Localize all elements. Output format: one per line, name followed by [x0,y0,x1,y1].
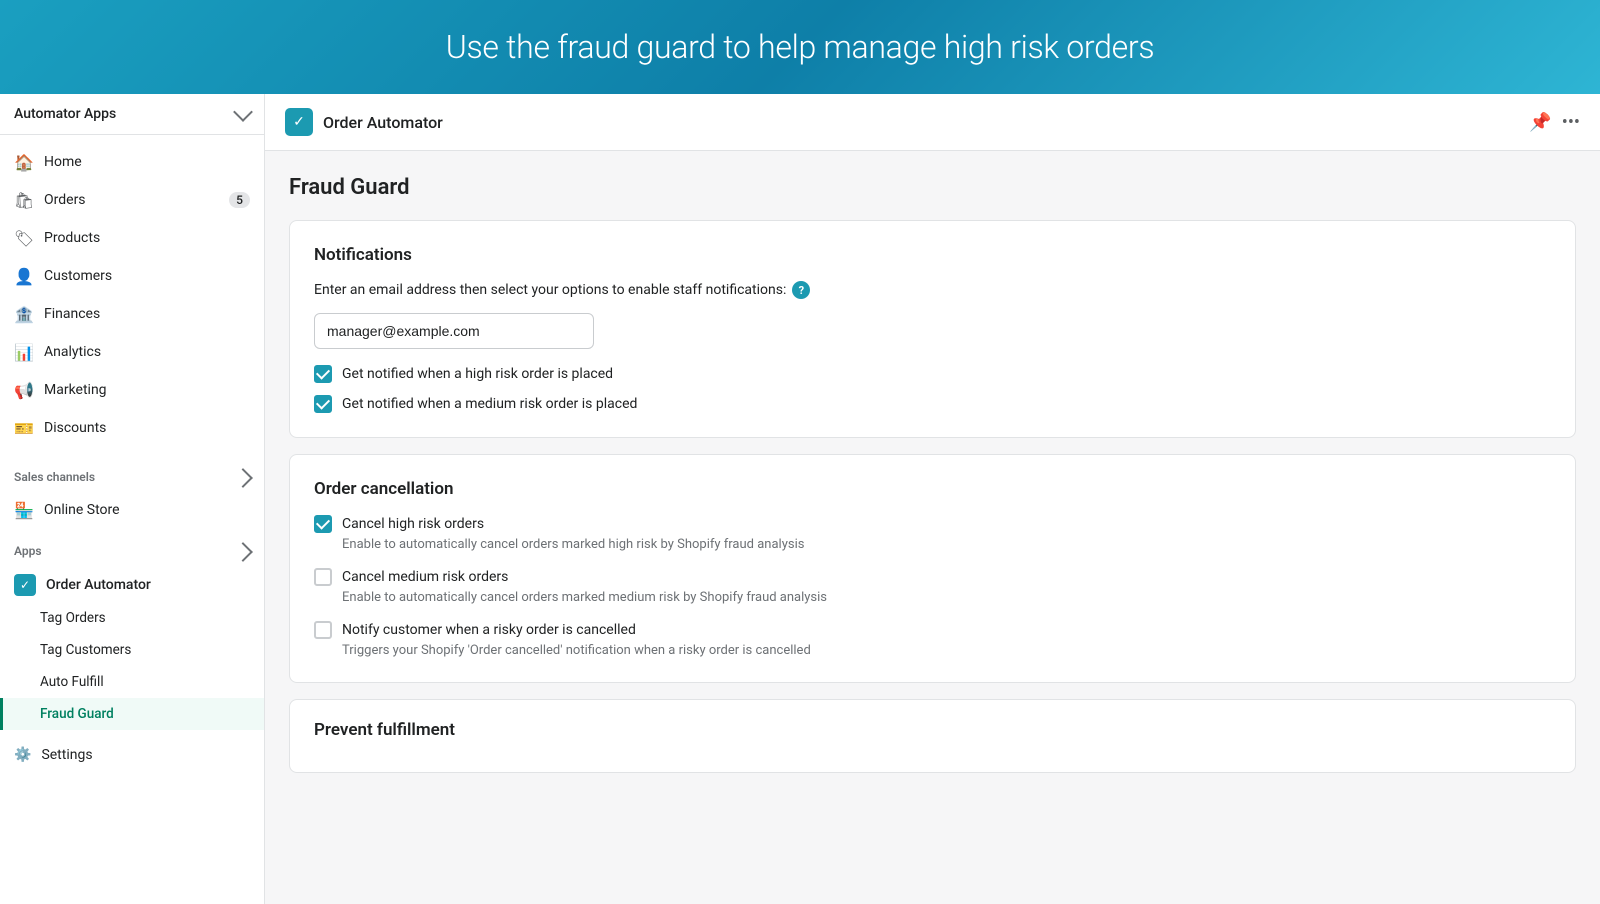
settings-label: Settings [41,747,92,763]
main-content: ✓ Order Automator 📌 ••• Fraud Guard Noti… [265,94,1600,904]
sidebar-item-order-automator[interactable]: ✓ Order Automator [0,565,264,602]
sidebar-item-label: Online Store [44,502,120,518]
app-selector[interactable]: Automator Apps [0,94,264,135]
notify-customer-cancel-group: Notify customer when a risky order is ca… [314,621,1551,658]
cancel-medium-risk-checkbox[interactable] [314,568,332,586]
marketing-icon: 📢 [14,380,34,400]
notify-customer-cancel-row: Notify customer when a risky order is ca… [314,621,1551,639]
cancel-high-risk-checkbox[interactable] [314,515,332,533]
notify-customer-cancel-desc: Triggers your Shopify 'Order cancelled' … [314,643,1551,658]
notify-medium-risk-checkbox[interactable] [314,395,332,413]
cancel-high-risk-desc: Enable to automatically cancel orders ma… [314,537,1551,552]
cancel-medium-risk-label: Cancel medium risk orders [342,569,508,585]
sidebar-item-discounts[interactable]: 🎫 Discounts [0,409,264,447]
sidebar-item-orders[interactable]: 🛍 Orders 5 [0,181,264,219]
sub-nav-label: Fraud Guard [40,706,114,722]
sidebar-item-settings[interactable]: ⚙️ Settings [0,738,264,772]
sidebar-item-auto-fulfill[interactable]: Auto Fulfill [0,666,264,698]
sidebar-item-tag-orders[interactable]: Tag Orders [0,602,264,634]
sidebar-item-products[interactable]: 🏷 Products [0,219,264,257]
cancel-high-risk-label: Cancel high risk orders [342,516,484,532]
more-actions-icon[interactable]: ••• [1562,112,1580,133]
home-icon: 🏠 [14,152,34,172]
sidebar-item-fraud-guard[interactable]: Fraud Guard [0,698,264,730]
sidebar-item-tag-customers[interactable]: Tag Customers [0,634,264,666]
sidebar-item-customers[interactable]: 👤 Customers [0,257,264,295]
banner-text: Use the fraud guard to help manage high … [446,28,1154,66]
page-header-title: Order Automator [323,113,443,132]
page-header-icon: ✓ [285,108,313,136]
cancel-high-risk-group: Cancel high risk orders Enable to automa… [314,515,1551,552]
sidebar-item-label: Analytics [44,344,101,360]
notifications-card: Notifications Enter an email address the… [289,220,1576,438]
order-automator-icon: ✓ [14,574,36,596]
finances-icon: 🏦 [14,304,34,324]
sales-channels-label: Sales channels [14,470,95,484]
sidebar-item-label: Finances [44,306,100,322]
pin-icon[interactable]: 📌 [1529,112,1551,133]
customers-icon: 👤 [14,266,34,286]
sidebar-item-label: Customers [44,268,112,284]
notifications-description: Enter an email address then select your … [314,281,1551,299]
sidebar-item-label: Home [44,154,82,170]
page-header-left: ✓ Order Automator [285,108,443,136]
cancel-high-risk-row: Cancel high risk orders [314,515,1551,533]
apps-section[interactable]: Apps [0,529,264,565]
notify-medium-risk-row: Get notified when a medium risk order is… [314,395,1551,413]
order-automator-label: Order Automator [46,577,151,593]
notify-high-risk-row: Get notified when a high risk order is p… [314,365,1551,383]
sidebar-item-label: Products [44,230,100,246]
products-icon: 🏷 [14,228,34,248]
app-selector-label: Automator Apps [14,106,116,122]
notify-customer-cancel-label: Notify customer when a risky order is ca… [342,622,636,638]
orders-badge: 5 [229,192,250,208]
sub-nav-label: Auto Fulfill [40,674,104,690]
cancel-medium-risk-desc: Enable to automatically cancel orders ma… [314,590,1551,605]
sidebar-item-marketing[interactable]: 📢 Marketing [0,371,264,409]
online-store-icon: 🏪 [14,500,34,520]
help-icon[interactable]: ? [792,281,810,299]
sidebar-item-label: Marketing [44,382,107,398]
order-cancellation-title: Order cancellation [314,479,1551,499]
notify-customer-cancel-checkbox[interactable] [314,621,332,639]
prevent-fulfillment-card: Prevent fulfillment [289,699,1576,773]
content-area: Fraud Guard Notifications Enter an email… [265,151,1600,813]
order-cancellation-card: Order cancellation Cancel high risk orde… [289,454,1576,683]
sidebar-item-analytics[interactable]: 📊 Analytics [0,333,264,371]
settings-icon: ⚙️ [14,747,31,763]
notify-medium-risk-label: Get notified when a medium risk order is… [342,396,637,412]
main-nav: 🏠 Home 🛍 Orders 5 🏷 Products 👤 Customers… [0,135,264,455]
sub-nav-label: Tag Customers [40,642,131,658]
sidebar-item-label: Orders [44,192,86,208]
cancel-medium-risk-group: Cancel medium risk orders Enable to auto… [314,568,1551,605]
page-header-actions: 📌 ••• [1529,112,1580,133]
orders-icon: 🛍 [14,190,34,210]
sidebar-item-label: Discounts [44,420,106,436]
sidebar-item-home[interactable]: 🏠 Home [0,143,264,181]
notifications-desc-text: Enter an email address then select your … [314,282,786,298]
analytics-icon: 📊 [14,342,34,362]
email-input[interactable] [314,313,594,349]
sidebar: Automator Apps 🏠 Home 🛍 Orders 5 🏷 Produ… [0,94,265,904]
top-banner: Use the fraud guard to help manage high … [0,0,1600,94]
discounts-icon: 🎫 [14,418,34,438]
apps-expand-icon [233,542,253,562]
page-header: ✓ Order Automator 📌 ••• [265,94,1600,151]
apps-label: Apps [14,544,42,558]
chevron-down-icon [233,102,253,122]
prevent-fulfillment-title: Prevent fulfillment [314,720,1551,740]
cancel-medium-risk-row: Cancel medium risk orders [314,568,1551,586]
notifications-title: Notifications [314,245,1551,265]
sidebar-item-online-store[interactable]: 🏪 Online Store [0,491,264,529]
sidebar-item-finances[interactable]: 🏦 Finances [0,295,264,333]
sales-channels-section[interactable]: Sales channels [0,455,264,491]
sub-nav-label: Tag Orders [40,610,106,626]
expand-icon [233,468,253,488]
notify-high-risk-label: Get notified when a high risk order is p… [342,366,613,382]
page-title: Fraud Guard [289,175,1576,200]
notify-high-risk-checkbox[interactable] [314,365,332,383]
